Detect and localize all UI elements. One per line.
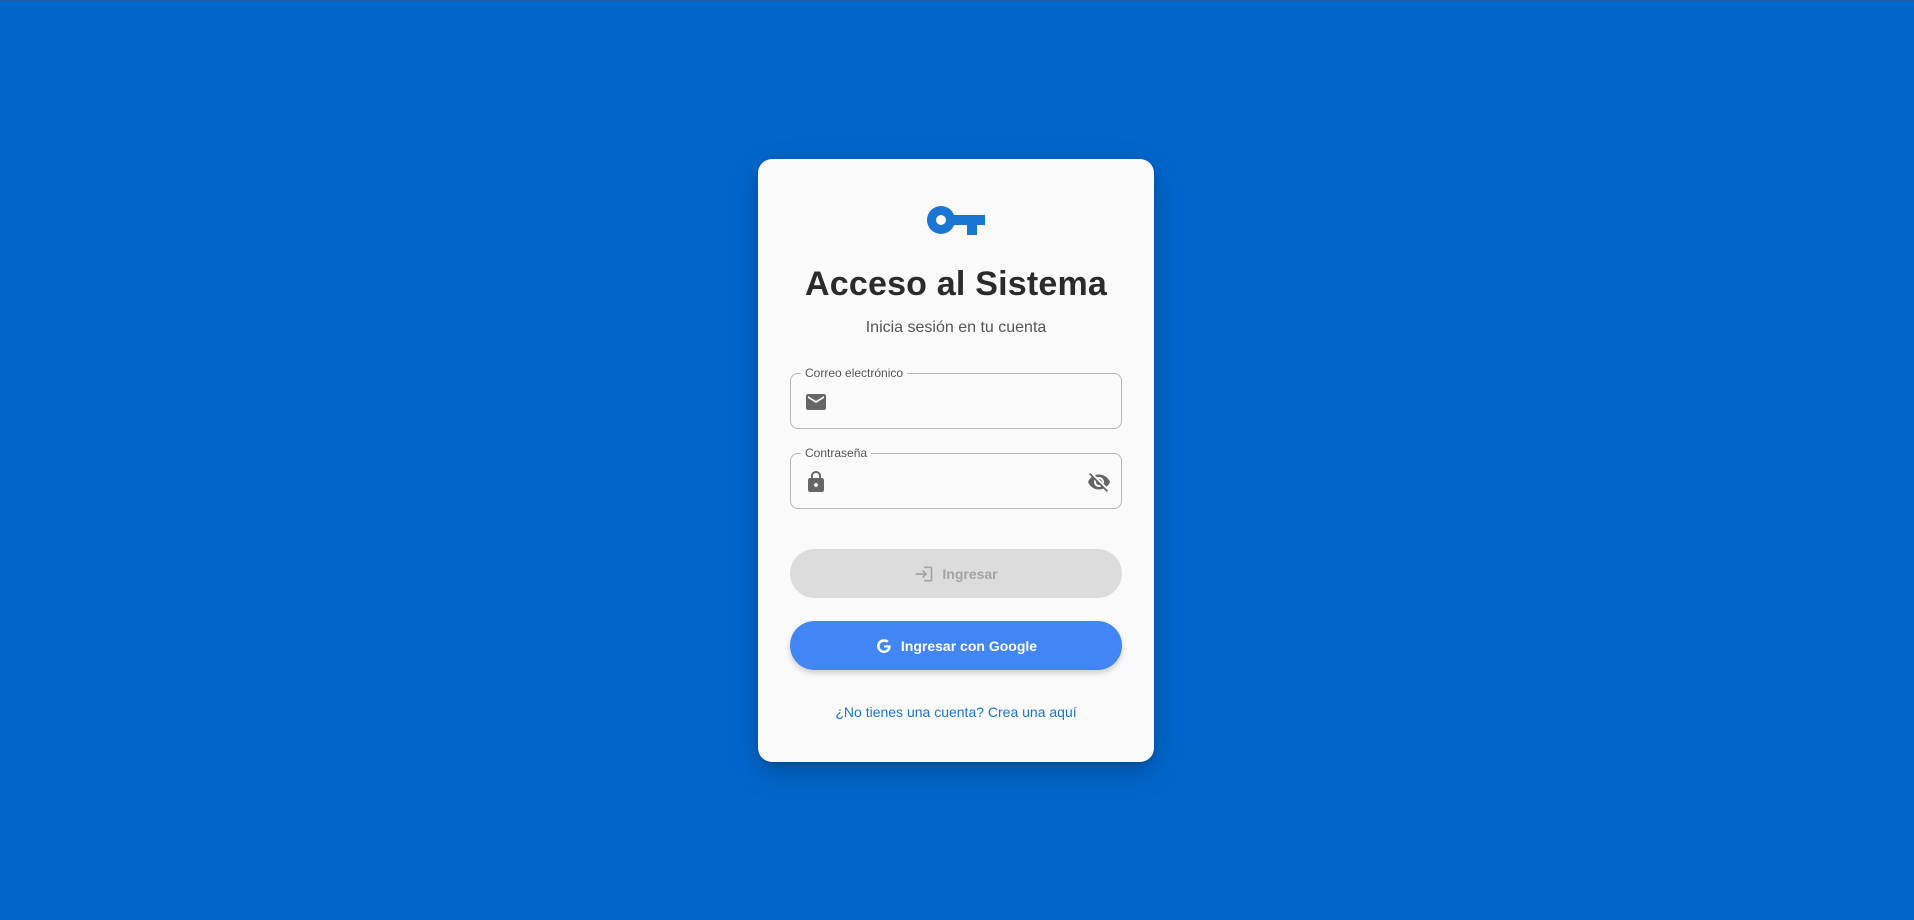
password-field[interactable]: Contraseña (790, 445, 1122, 509)
mail-icon (806, 394, 826, 410)
visibility-off-icon[interactable] (1087, 470, 1111, 494)
google-login-button[interactable]: Ingresar con Google (790, 621, 1122, 670)
key-icon (927, 206, 985, 235)
google-icon (876, 638, 891, 653)
login-button-label: Ingresar (942, 565, 998, 582)
page-subtitle: Inicia sesión en tu cuenta (865, 319, 1047, 336)
page-title: Acceso al Sistema (804, 265, 1107, 303)
login-icon (916, 566, 933, 581)
top-border-line (0, 0, 1914, 1)
email-field[interactable]: Correo electrónico (790, 365, 1122, 429)
lock-icon (808, 471, 824, 492)
password-input[interactable] (837, 466, 1075, 498)
google-login-button-label: Ingresar con Google (900, 637, 1038, 654)
register-link[interactable]: ¿No tienes una cuenta? Crea una aquí (758, 704, 1154, 720)
login-card: Acceso al Sistema Inicia sesión en tu cu… (758, 159, 1154, 762)
login-button[interactable]: Ingresar (790, 549, 1122, 598)
email-field-label: Correo electrónico (801, 365, 908, 381)
email-input[interactable] (837, 386, 1075, 418)
password-field-label: Contraseña (801, 445, 872, 461)
